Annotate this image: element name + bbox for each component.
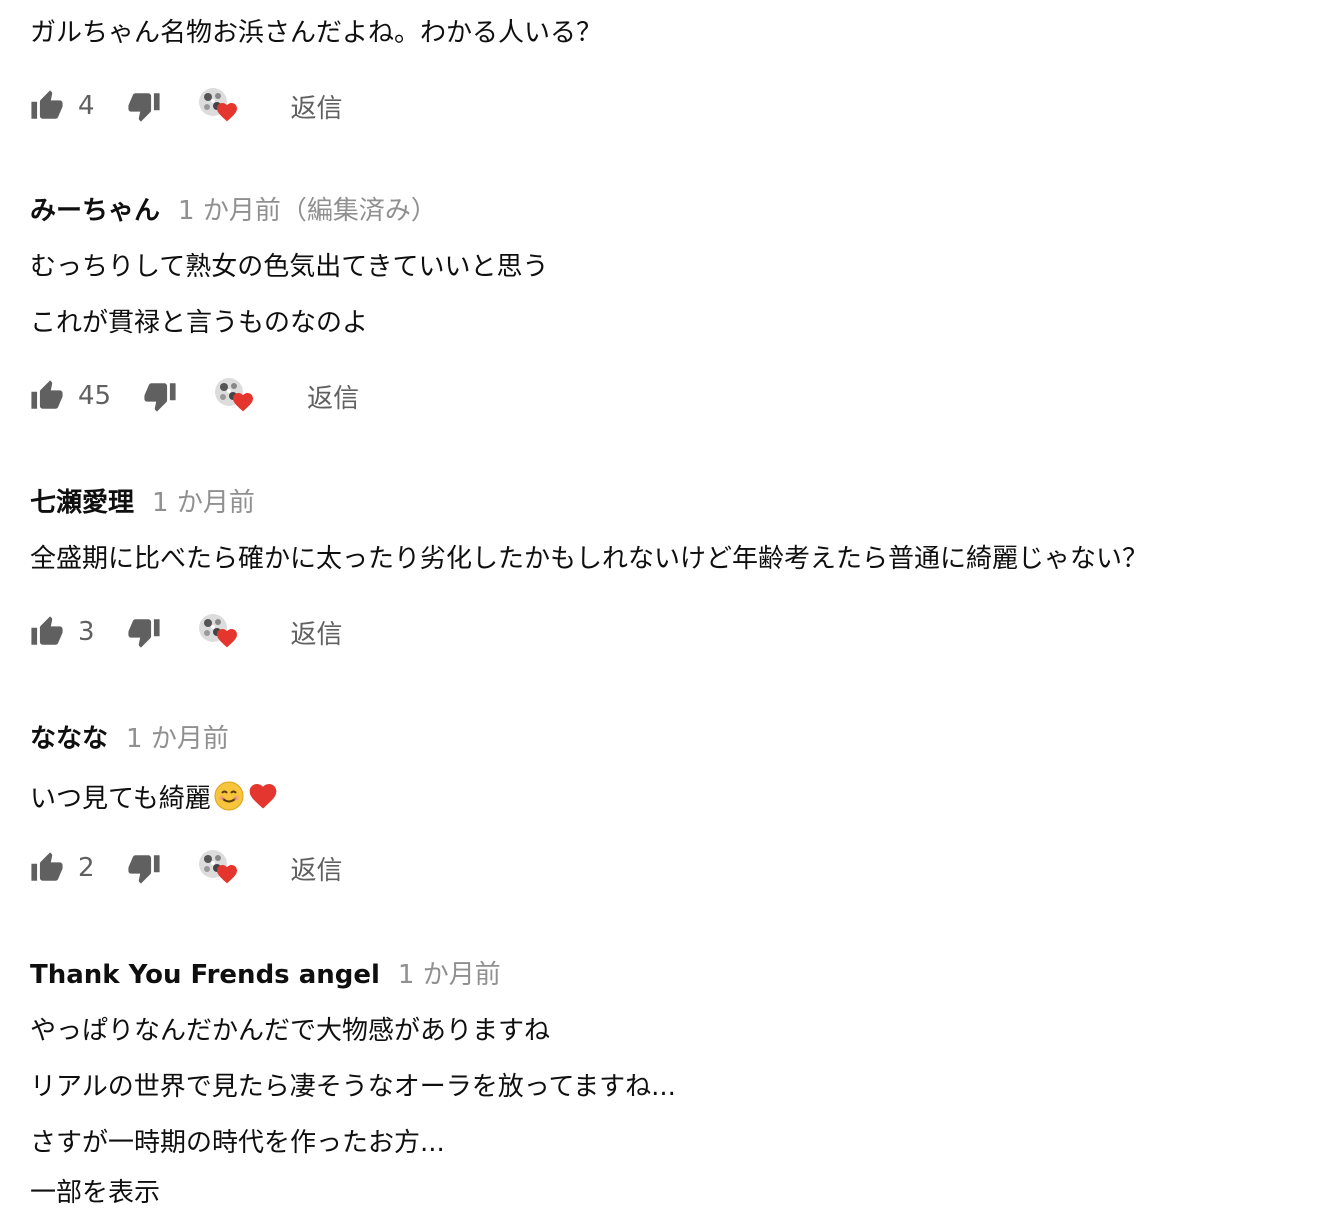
timestamp[interactable]: 1 か月前: [152, 482, 255, 519]
comment-text: やっぱりなんだかんだで大物感がありますね リアルの世界で見たら凄そうなオーラを放…: [30, 1016, 1320, 1158]
timestamp[interactable]: 1 か月前: [398, 954, 501, 991]
timestamp[interactable]: 1 か月前（編集済み）: [178, 190, 437, 227]
thumbs-up-icon[interactable]: [30, 615, 64, 649]
author-name[interactable]: Thank You Frends angel: [30, 960, 380, 990]
comment-text: ガルちゃん名物お浜さんだよね。わかる人いる？: [30, 18, 1320, 48]
creator-heart-icon: [198, 614, 239, 650]
comment-text: むっちりして熟女の色気出てきていいと思う これが貫禄と言うものなのよ: [30, 252, 1320, 338]
comment-header: ななな 1 か月前: [30, 718, 1320, 754]
comment-text: いつ見ても綺麗: [30, 780, 1320, 814]
thumbs-down-icon[interactable]: [127, 615, 161, 649]
like-count: 4: [78, 91, 95, 121]
like-count: 45: [78, 381, 112, 411]
comment-line: さすが一時期の時代を作ったお方...: [30, 1128, 445, 1158]
reply-button[interactable]: 返信: [291, 614, 343, 651]
comment-1: ガルちゃん名物お浜さんだよね。わかる人いる？ 4 返信: [30, 18, 1320, 126]
comment-line: いつ見ても綺麗: [30, 784, 211, 814]
comment-header: 七瀬愛理 1 か月前: [30, 482, 1320, 518]
comment-line: これが貫禄と言うものなのよ: [30, 308, 369, 338]
comment-line: リアルの世界で見たら凄そうなオーラを放ってますね...: [30, 1072, 676, 1102]
comment-line: むっちりして熟女の色気出てきていいと思う: [30, 252, 549, 282]
like-count: 2: [78, 853, 95, 883]
author-name[interactable]: みーちゃん: [30, 190, 160, 227]
thumbs-down-icon[interactable]: [143, 379, 177, 413]
thumbs-up-icon[interactable]: [30, 379, 64, 413]
comment-line: 全盛期に比べたら確かに太ったり劣化したかもしれないけど年齢考えたら普通に綺麗じゃ…: [30, 544, 1149, 574]
comment-3: 七瀬愛理 1 か月前 全盛期に比べたら確かに太ったり劣化したかもしれないけど年齢…: [30, 482, 1320, 652]
comment-actions: 4 返信: [30, 86, 1320, 126]
red-heart-emoji: [249, 784, 277, 809]
comment-line-with-emoji: いつ見ても綺麗: [30, 780, 1320, 814]
reply-button[interactable]: 返信: [291, 850, 343, 887]
smiling-face-emoji: [214, 781, 244, 811]
thumbs-down-icon[interactable]: [127, 851, 161, 885]
comment-2: みーちゃん 1 か月前（編集済み） むっちりして熟女の色気出てきていいと思う こ…: [30, 190, 1320, 416]
comment-actions: 45 返信: [30, 376, 1320, 416]
thumbs-up-icon[interactable]: [30, 89, 64, 123]
comment-4: ななな 1 か月前 いつ見ても綺麗 2 返信: [30, 718, 1320, 888]
reply-button[interactable]: 返信: [307, 378, 359, 415]
author-name[interactable]: ななな: [30, 718, 108, 755]
like-count: 3: [78, 617, 95, 647]
comment-header: Thank You Frends angel 1 か月前: [30, 954, 1320, 990]
thumbs-up-icon[interactable]: [30, 851, 64, 885]
comment-actions: 2 返信: [30, 848, 1320, 888]
comment-line: ガルちゃん名物お浜さんだよね。わかる人いる？: [30, 18, 603, 48]
thumbs-down-icon[interactable]: [127, 89, 161, 123]
comment-line: やっぱりなんだかんだで大物感がありますね: [30, 1016, 551, 1046]
comment-actions: 3 返信: [30, 612, 1320, 652]
creator-heart-icon: [215, 378, 255, 414]
comment-5: Thank You Frends angel 1 か月前 やっぱりなんだかんだで…: [30, 954, 1320, 1208]
show-more-link[interactable]: 一部を表示: [30, 1178, 1320, 1208]
reply-button[interactable]: 返信: [291, 88, 343, 125]
creator-heart-icon: [198, 88, 239, 124]
comment-text: 全盛期に比べたら確かに太ったり劣化したかもしれないけど年齢考えたら普通に綺麗じゃ…: [30, 544, 1320, 574]
creator-heart-icon: [198, 850, 239, 886]
comment-header: みーちゃん 1 か月前（編集済み）: [30, 190, 1320, 226]
timestamp[interactable]: 1 か月前: [126, 718, 229, 755]
author-name[interactable]: 七瀬愛理: [30, 482, 134, 519]
